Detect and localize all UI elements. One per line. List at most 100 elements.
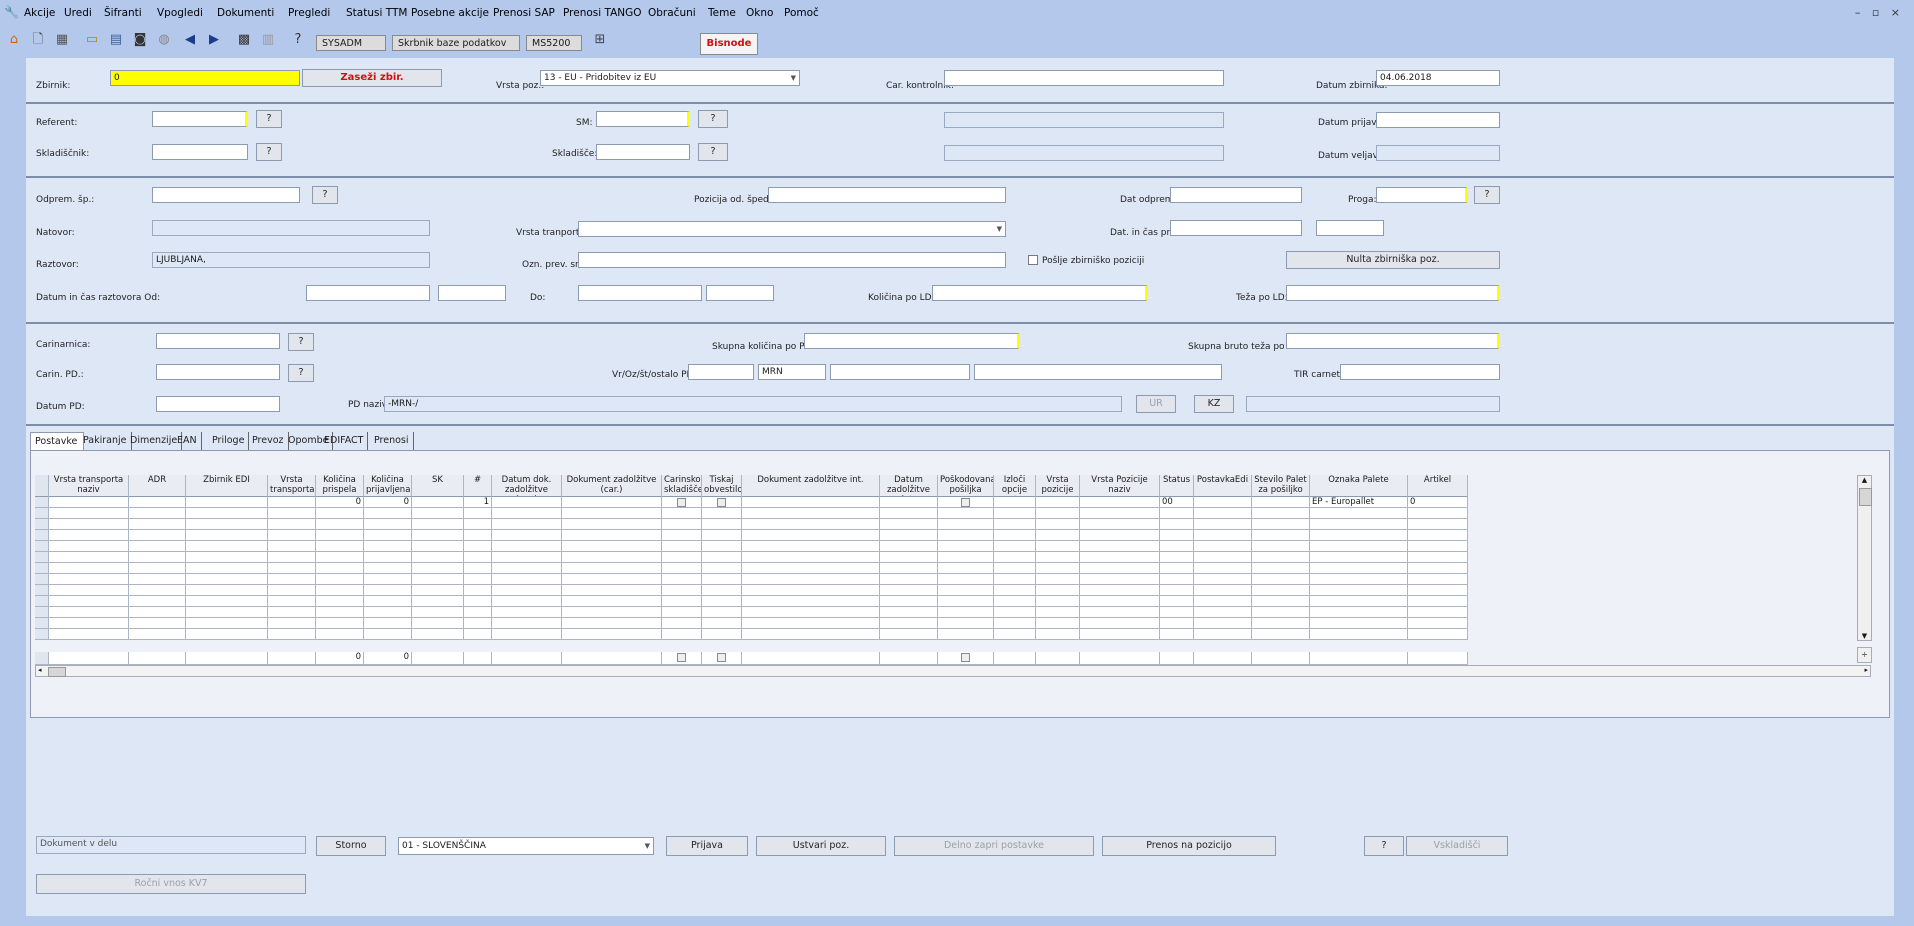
grid-cell[interactable] [702,530,742,541]
open-folder-icon[interactable]: ▭ [82,30,102,50]
dat-prih-time-input[interactable] [1316,220,1384,236]
grid-cell[interactable]: 0 [364,497,412,508]
carin-pd-input[interactable] [156,364,280,380]
grid-cell[interactable] [492,574,562,585]
grid-cell[interactable] [129,618,186,629]
menu-akcije[interactable]: Akcije [24,7,55,19]
grid-cell[interactable] [994,497,1036,508]
grid-cell[interactable] [1408,585,1468,596]
grid-cell[interactable] [702,652,742,665]
grid-cell[interactable] [1160,607,1194,618]
menu-statusi-ttm[interactable]: Statusi TTM [346,7,407,19]
grid-cell[interactable] [994,607,1036,618]
grid-cell[interactable] [492,618,562,629]
grid-cell[interactable] [938,596,994,607]
home-icon[interactable]: ⌂ [4,30,24,50]
grid-cell[interactable] [412,552,464,563]
grid-cell[interactable] [562,530,662,541]
skladisce-input[interactable] [596,144,690,160]
tab-pakiranje[interactable]: Pakiranje [79,432,132,450]
datum-zbirnika-input[interactable]: 04.06.2018 [1376,70,1500,86]
menu-pomoc[interactable]: Pomoč [784,7,819,19]
grid-cell[interactable] [364,629,412,640]
grid-cell[interactable] [1252,596,1310,607]
grid-cell[interactable] [742,497,880,508]
teza-ld-input[interactable] [1286,285,1500,301]
new-document-icon[interactable]: 🗋 [28,30,48,50]
grid-cell[interactable] [1036,552,1080,563]
next-arrow-icon[interactable]: ▶ [204,30,224,50]
grid-checkbox[interactable] [677,498,686,507]
grid-cell[interactable] [662,652,702,665]
grid-cell[interactable] [1160,652,1194,665]
grid-cell[interactable] [742,607,880,618]
binoculars-icon[interactable]: ◙ [130,30,150,50]
grid-cell[interactable] [1252,563,1310,574]
grid-cell[interactable] [562,652,662,665]
grid-cell[interactable] [1408,574,1468,585]
grid-cell[interactable] [1080,607,1160,618]
grid-cell[interactable] [702,629,742,640]
grid-cell[interactable] [1036,541,1080,552]
grid-cell[interactable] [880,530,938,541]
grid-cell[interactable] [1252,530,1310,541]
grid-cell[interactable] [316,596,364,607]
grid-cell[interactable] [702,519,742,530]
raztovor-od-date-input[interactable] [306,285,430,301]
grid-cell[interactable] [1194,519,1252,530]
grid-cell[interactable] [1252,585,1310,596]
grid-cell[interactable] [1160,552,1194,563]
grid-cell[interactable]: 1 [464,497,492,508]
grid-cell[interactable] [1194,585,1252,596]
grid-cell[interactable] [1160,574,1194,585]
grid-icon[interactable]: ▤ [106,30,126,50]
grid-cell[interactable] [49,530,129,541]
grid-cell[interactable] [316,585,364,596]
grid-cell[interactable] [364,530,412,541]
skladisce-lookup-button[interactable]: ? [698,143,728,161]
grid-cell[interactable] [562,618,662,629]
grid-cell[interactable] [938,530,994,541]
grid-cell[interactable] [1408,629,1468,640]
grid-cell[interactable] [1036,519,1080,530]
grid-cell[interactable] [268,552,316,563]
grid-cell[interactable] [129,585,186,596]
grid-cell[interactable] [1252,574,1310,585]
scroll-down-icon[interactable]: ▼ [1858,632,1871,640]
grid-cell[interactable] [186,541,268,552]
referent-lookup-button[interactable]: ? [256,110,282,128]
row-selector[interactable] [35,618,49,629]
grid-cell[interactable] [1408,519,1468,530]
grid-cell[interactable] [186,574,268,585]
grid-cell[interactable] [562,497,662,508]
grid-cell[interactable] [492,530,562,541]
grid-cell[interactable] [880,574,938,585]
grid-cell[interactable] [316,563,364,574]
datum-prijave-input[interactable] [1376,112,1500,128]
grid-cell[interactable] [129,563,186,574]
grid-cell[interactable] [1252,629,1310,640]
grid-cell[interactable] [1160,629,1194,640]
grid-cell[interactable] [662,552,702,563]
grid-cell[interactable] [268,596,316,607]
rocni-vnos-button[interactable]: Ročni vnos KV7 [36,874,306,894]
grid-cell[interactable] [702,541,742,552]
grid-cell[interactable] [464,652,492,665]
grid-cell[interactable] [186,629,268,640]
grid-cell[interactable] [1194,497,1252,508]
grid-cell[interactable] [464,563,492,574]
row-selector[interactable] [35,541,49,552]
grid-column-header[interactable]: Dokument zadolžitve int. [742,475,880,497]
grid-cell[interactable] [316,508,364,519]
grid-cell[interactable] [994,563,1036,574]
tab-priloge[interactable]: Priloge [208,432,250,450]
grid-column-header[interactable]: Število Palet za pošiljko [1252,475,1310,497]
grid-cell[interactable] [662,530,702,541]
grid-cell[interactable] [702,596,742,607]
grid-cell[interactable] [268,519,316,530]
scroll-up-icon[interactable]: ▲ [1858,476,1871,484]
grid-cell[interactable] [1080,652,1160,665]
totals-spinner[interactable]: ÷ [1857,647,1872,663]
grid-cell[interactable] [1080,497,1160,508]
grid-cell[interactable] [662,607,702,618]
